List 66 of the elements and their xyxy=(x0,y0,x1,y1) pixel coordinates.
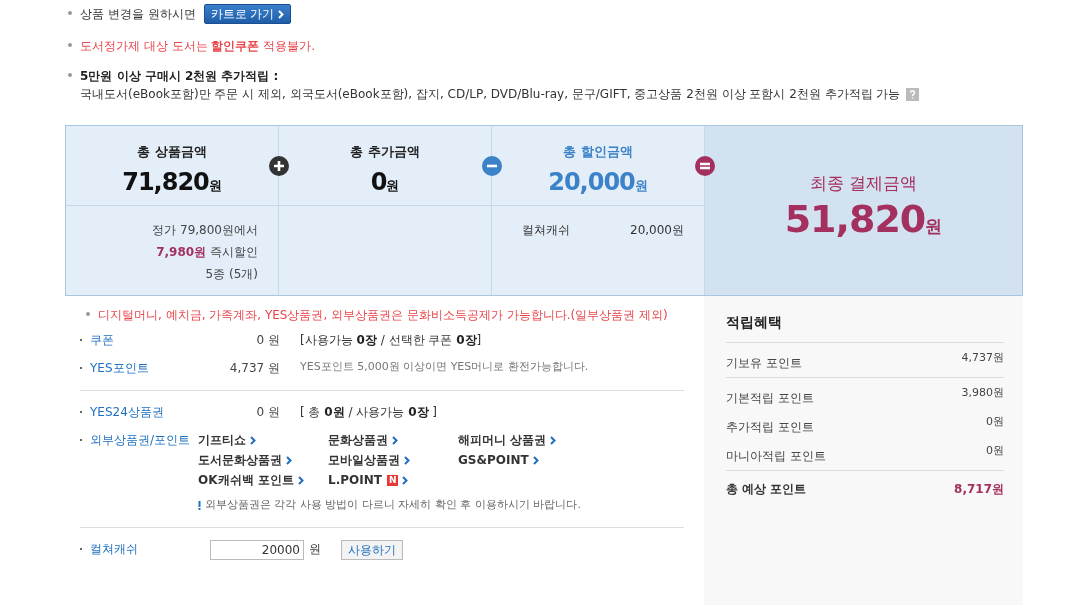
amount-value: 0 xyxy=(370,166,387,198)
amount-value: 71,820 xyxy=(122,166,209,198)
reward-label: 추가적립 포인트 xyxy=(726,419,814,436)
total-label: 총 예상 포인트 xyxy=(726,481,807,498)
row-hint: YES포인트 5,000원 이상이면 YES머니로 환전가능합니다. xyxy=(300,359,589,375)
reward-value: 0원 xyxy=(986,414,1004,430)
voucher-link[interactable]: GS&POINT xyxy=(458,451,588,469)
total-value: 8,717원 xyxy=(954,481,1004,498)
final-label: 최종 결제금액 xyxy=(809,171,918,195)
plus-icon xyxy=(268,155,290,177)
reward-label: 기보유 포인트 xyxy=(726,355,802,372)
chevron-icon xyxy=(278,9,285,19)
voucher-link[interactable]: L.POINT N xyxy=(328,471,458,489)
amount-label: 총 할인금액 xyxy=(563,143,633,161)
row-note: [사용가능 0장 / 선택한 쿠폰 0장] xyxy=(300,332,482,349)
row-note: [ 총 0원 / 사용가능 0장 ] xyxy=(300,404,438,421)
unit-text: 원 xyxy=(208,177,222,193)
row-amount: 4,737 원 xyxy=(228,360,280,377)
help-icon[interactable] xyxy=(905,87,919,101)
row-amount: 0 원 xyxy=(255,332,280,349)
warning-icon xyxy=(198,500,201,510)
unit-text: 원 xyxy=(309,540,321,558)
amount-label: 총 상품금액 xyxy=(137,143,207,161)
row-label: 컬쳐캐쉬 xyxy=(90,540,139,558)
minus-icon xyxy=(481,155,503,177)
detail-value: 20,000원 xyxy=(630,222,684,239)
reward-value: 3,980원 xyxy=(961,385,1004,401)
cart-button[interactable]: 카트로 가기 xyxy=(203,4,292,24)
info-title: 5만원 이상 구매시 2천원 추가적립 : xyxy=(80,68,280,85)
amount-label: 총 추가금액 xyxy=(350,143,420,161)
note-text: 상품 변경을 원하시면 xyxy=(80,6,196,23)
voucher-link[interactable]: 기프티쇼 xyxy=(198,431,328,449)
rewards-title: 적립혜택 xyxy=(726,312,1004,343)
cash-input[interactable]: 20000 xyxy=(210,539,304,560)
voucher-link[interactable]: 해피머니 상품권 xyxy=(458,431,588,449)
voucher-link[interactable]: OK캐쉬백 포인트 xyxy=(198,471,328,489)
unit-text: 원 xyxy=(386,177,400,195)
detail-text: 5종 (5개) xyxy=(205,266,258,283)
voucher-link[interactable]: 문화상품권 xyxy=(328,431,458,449)
row-label: YES포인트 xyxy=(90,360,150,377)
final-amount: 51,820 xyxy=(784,196,926,243)
chevron-icon xyxy=(532,455,539,465)
notice-text: 디지털머니, 예치금, 가족계좌, YES상품권, 외부상품권은 문화비소득공제가 가능합니다.(일부상품권 제외) xyxy=(98,307,668,324)
row-amount: 0 원 xyxy=(255,404,280,421)
warning-text: 외부상품권은 각각 사용 방법이 다르니 자세히 확인 후 이용하시기 바랍니다. xyxy=(205,497,581,513)
reward-label: 마니아적립 포인트 xyxy=(726,448,826,465)
row-label: 외부상품권/포인트 xyxy=(90,432,192,449)
use-button[interactable]: 사용하기 xyxy=(341,539,403,560)
chevron-icon xyxy=(550,435,557,445)
alert-text: 도서정가제 대상 도서는 할인쿠폰 적용불가. xyxy=(80,38,316,55)
row-label: YES24상품권 xyxy=(90,404,165,421)
voucher-link[interactable]: 도서문화상품권 xyxy=(198,451,328,469)
unit-text: 원 xyxy=(925,216,943,239)
detail-text: 7,980원 즉시할인 xyxy=(156,244,258,261)
detail-label: 컬쳐캐쉬 xyxy=(522,222,570,239)
reward-label: 기본적립 포인트 xyxy=(726,390,814,407)
reward-value: 4,737원 xyxy=(961,350,1004,366)
detail-text: 정가 79,800원에서 xyxy=(152,222,258,239)
amount-value: 20,000 xyxy=(548,166,635,198)
voucher-link[interactable]: 모바일상품권 xyxy=(328,451,458,469)
info-text: 국내도서(eBook포함)만 주문 시 제외, 외국도서(eBook포함), 잡지, CD/LP, DVD/Blu-ray, 문구/GIFT, 중고상품 2천원 이상 포함시 2천원 추가적립 가능 xyxy=(80,86,901,103)
reward-value: 0원 xyxy=(986,443,1004,459)
new-badge: N xyxy=(386,474,399,486)
row-label: 쿠폰 xyxy=(90,332,115,349)
chevron-icon xyxy=(250,435,256,445)
unit-text: 원 xyxy=(634,177,648,193)
